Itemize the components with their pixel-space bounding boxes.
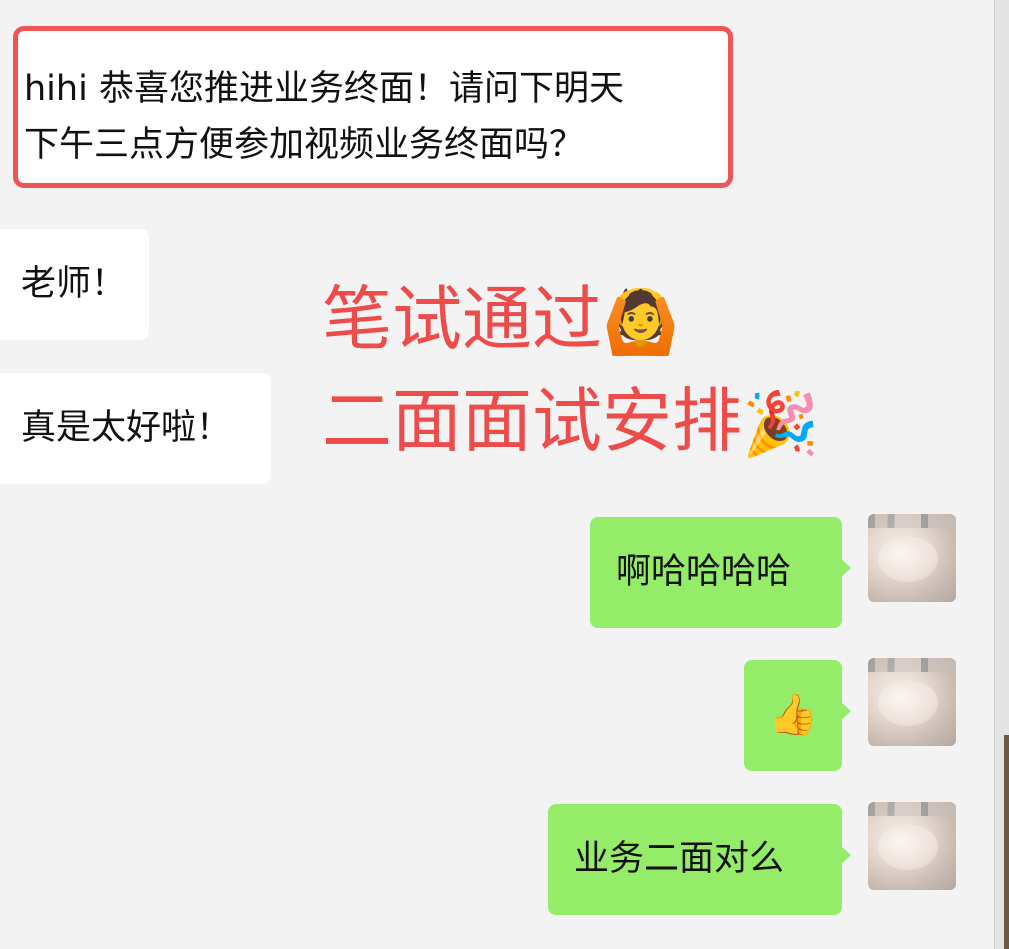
message-bubble-incoming-teacher[interactable]: 老师！ xyxy=(0,229,149,340)
overlay-caption-line2: 二面面试安排🎉 xyxy=(322,376,819,469)
message-bubble-incoming-invitation[interactable]: hihi 恭喜您推进业务终面！请问下明天 下午三点方便参加视频业务终面吗？ xyxy=(13,26,733,188)
thumbs-up-icon: 👍 xyxy=(768,692,818,738)
avatar[interactable] xyxy=(868,658,956,746)
overlay-caption-text-2: 二面面试安排 xyxy=(322,380,742,462)
overlay-caption-line1: 笔试通过🙆 xyxy=(322,274,679,367)
window-edge-shadow xyxy=(1004,735,1009,949)
avatar[interactable] xyxy=(868,514,956,602)
message-bubble-outgoing-thumbs-up[interactable]: 👍 xyxy=(744,660,851,771)
person-gesturing-ok-icon: 🙆 xyxy=(602,285,680,358)
party-popper-icon: 🎉 xyxy=(742,387,820,460)
message-bubble-outgoing-laugh[interactable]: 啊哈哈哈哈 xyxy=(590,517,851,628)
avatar[interactable] xyxy=(868,802,956,890)
message-bubble-incoming-great[interactable]: 真是太好啦！ xyxy=(0,373,271,484)
message-bubble-outgoing-second-round[interactable]: 业务二面对么 xyxy=(548,804,851,915)
overlay-caption-text-1: 笔试通过 xyxy=(322,278,602,360)
